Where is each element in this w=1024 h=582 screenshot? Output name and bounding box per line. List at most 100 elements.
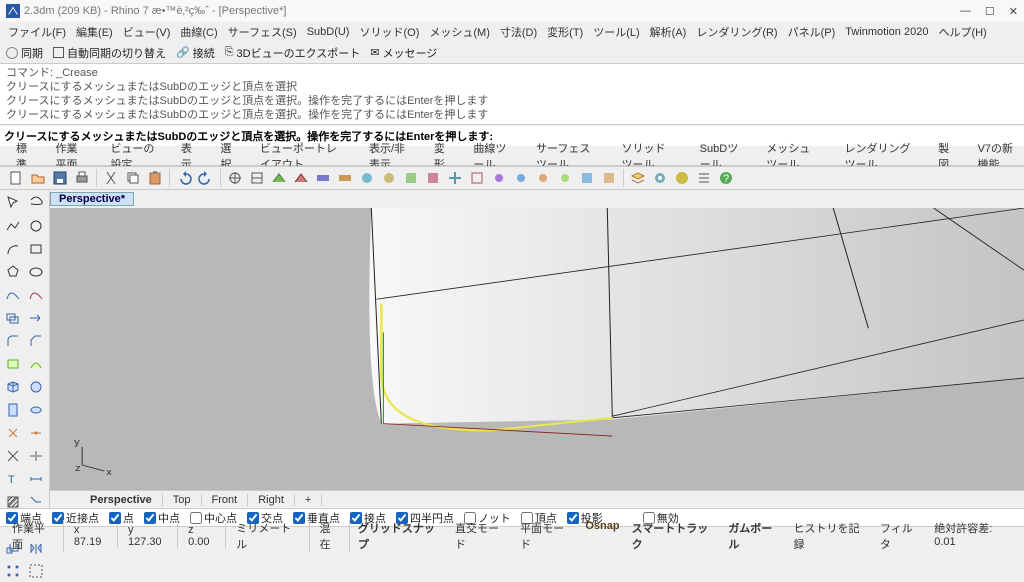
- tool-icon[interactable]: [489, 168, 509, 188]
- tool-icon[interactable]: [577, 168, 597, 188]
- status-gridsnap[interactable]: グリッドスナップ: [352, 520, 449, 552]
- tool-icon[interactable]: [511, 168, 531, 188]
- menu-help[interactable]: ヘルプ(H): [934, 24, 990, 40]
- cut-icon[interactable]: [101, 168, 121, 188]
- save-icon[interactable]: [50, 168, 70, 188]
- circle-icon[interactable]: [25, 215, 47, 237]
- dim-icon[interactable]: [25, 468, 47, 490]
- layers-icon[interactable]: [628, 168, 648, 188]
- sweep-icon[interactable]: [25, 353, 47, 375]
- tool-icon[interactable]: [247, 168, 267, 188]
- status-gumball[interactable]: ガムボール: [722, 520, 787, 552]
- status-unit[interactable]: ミリメートル: [228, 520, 309, 552]
- vptab-top[interactable]: Top: [163, 494, 202, 506]
- tool-icon[interactable]: [467, 168, 487, 188]
- menu-panel[interactable]: パネル(P): [784, 24, 840, 40]
- status-filter[interactable]: フィルタ: [874, 520, 928, 552]
- vptab-right[interactable]: Right: [248, 494, 295, 506]
- polygon-icon[interactable]: [2, 261, 24, 283]
- tool-icon[interactable]: [269, 168, 289, 188]
- ellipse-icon[interactable]: [25, 261, 47, 283]
- trim-icon[interactable]: [2, 445, 24, 467]
- status-osnap[interactable]: Osnap: [579, 520, 625, 552]
- arc-icon[interactable]: [2, 238, 24, 260]
- print-icon[interactable]: [72, 168, 92, 188]
- viewport-label[interactable]: Perspective*: [50, 192, 134, 206]
- extrude-icon[interactable]: [2, 399, 24, 421]
- tool-icon[interactable]: [423, 168, 443, 188]
- paste-icon[interactable]: [145, 168, 165, 188]
- tool-icon[interactable]: [335, 168, 355, 188]
- status-planar[interactable]: 平面モード: [514, 520, 579, 552]
- sphere-icon[interactable]: [25, 376, 47, 398]
- properties-icon[interactable]: [650, 168, 670, 188]
- menu-mesh[interactable]: メッシュ(M): [425, 24, 494, 40]
- lasso-icon[interactable]: [25, 192, 47, 214]
- options-icon[interactable]: [694, 168, 714, 188]
- status-smarttrack[interactable]: スマートトラック: [626, 520, 723, 552]
- box-icon[interactable]: [2, 376, 24, 398]
- menu-curve[interactable]: 曲線(C): [176, 24, 221, 40]
- tool-icon[interactable]: [533, 168, 553, 188]
- chamfer-icon[interactable]: [25, 330, 47, 352]
- vptab-perspective[interactable]: Perspective: [80, 494, 163, 506]
- menu-transform[interactable]: 変形(T): [543, 24, 587, 40]
- loft-icon[interactable]: [2, 353, 24, 375]
- tool-icon[interactable]: [291, 168, 311, 188]
- render-icon[interactable]: [672, 168, 692, 188]
- menu-surface[interactable]: サーフェス(S): [224, 24, 301, 40]
- export-3dview-button[interactable]: ⎘3Dビューのエクスポート: [225, 45, 361, 61]
- interp-icon[interactable]: [25, 284, 47, 306]
- status-layer[interactable]: 混在: [312, 520, 350, 552]
- text-icon[interactable]: T: [2, 468, 24, 490]
- pointer-icon[interactable]: [2, 192, 24, 214]
- status-cplane[interactable]: 作業平面: [4, 520, 64, 552]
- group-icon[interactable]: [25, 560, 47, 582]
- tool-icon[interactable]: [599, 168, 619, 188]
- help-icon[interactable]: ?: [716, 168, 736, 188]
- explode-icon[interactable]: [2, 422, 24, 444]
- vptab-add[interactable]: +: [295, 494, 322, 506]
- redo-icon[interactable]: [196, 168, 216, 188]
- fillet-icon[interactable]: [2, 330, 24, 352]
- undo-icon[interactable]: [174, 168, 194, 188]
- tool-icon[interactable]: [401, 168, 421, 188]
- tool-icon[interactable]: [445, 168, 465, 188]
- open-icon[interactable]: [28, 168, 48, 188]
- array-icon[interactable]: [2, 560, 24, 582]
- menu-tool[interactable]: ツール(L): [589, 24, 643, 40]
- tool-icon[interactable]: [313, 168, 333, 188]
- polyline-icon[interactable]: [2, 215, 24, 237]
- rect-icon[interactable]: [25, 238, 47, 260]
- tool-icon[interactable]: [225, 168, 245, 188]
- maximize-button[interactable]: ☐: [985, 5, 995, 18]
- split-icon[interactable]: [25, 445, 47, 467]
- revolve-icon[interactable]: [25, 399, 47, 421]
- offset-icon[interactable]: [2, 307, 24, 329]
- message-button[interactable]: ✉メッセージ: [370, 45, 437, 61]
- viewport-perspective[interactable]: y z x: [50, 208, 1024, 490]
- tool-icon[interactable]: [357, 168, 377, 188]
- curve-icon[interactable]: [2, 284, 24, 306]
- join-icon[interactable]: [25, 422, 47, 444]
- copy-icon[interactable]: [123, 168, 143, 188]
- extend-icon[interactable]: [25, 307, 47, 329]
- menu-twinmotion[interactable]: Twinmotion 2020: [841, 26, 932, 38]
- minimize-button[interactable]: ―: [960, 5, 971, 18]
- sync-button[interactable]: 同期: [6, 45, 43, 61]
- autosync-toggle[interactable]: 自動同期の切り替え: [53, 45, 166, 61]
- menu-subd[interactable]: SubD(U): [303, 26, 354, 38]
- vptab-front[interactable]: Front: [202, 494, 249, 506]
- menu-dim[interactable]: 寸法(D): [496, 24, 541, 40]
- connect-button[interactable]: 🔗接続: [176, 45, 215, 61]
- status-history[interactable]: ヒストリを記録: [787, 520, 873, 552]
- menu-file[interactable]: ファイル(F): [4, 24, 70, 40]
- menu-analyze[interactable]: 解析(A): [646, 24, 691, 40]
- tool-icon[interactable]: [379, 168, 399, 188]
- menu-render[interactable]: レンダリング(R): [692, 24, 781, 40]
- menu-view[interactable]: ビュー(V): [119, 24, 175, 40]
- status-ortho[interactable]: 直交モード: [449, 520, 514, 552]
- menu-edit[interactable]: 編集(E): [72, 24, 117, 40]
- menu-solid[interactable]: ソリッド(O): [355, 24, 423, 40]
- tool-icon[interactable]: [555, 168, 575, 188]
